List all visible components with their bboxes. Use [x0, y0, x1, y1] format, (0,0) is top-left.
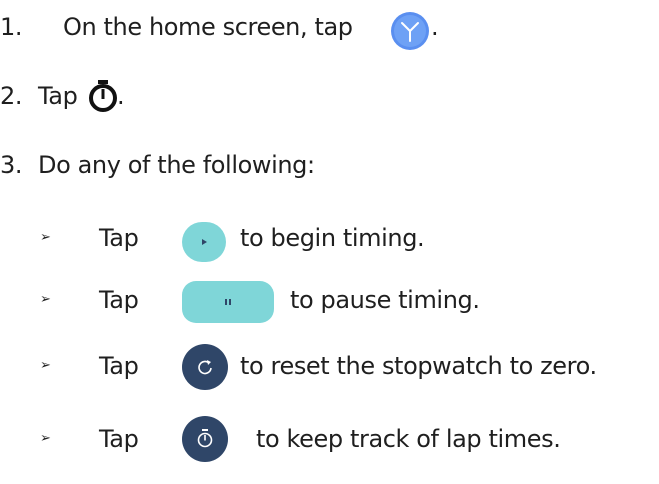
step-2-text: Tap	[38, 82, 78, 110]
bullet-4-tap: Tap	[99, 425, 139, 453]
stopwatch-icon	[89, 80, 117, 112]
step-2-number: 2.	[0, 82, 23, 110]
lap-icon	[182, 416, 228, 462]
play-icon	[182, 222, 226, 262]
step-1-number: 1.	[0, 13, 23, 41]
step-3-text: Do any of the following:	[38, 151, 315, 179]
pause-icon	[182, 281, 274, 323]
step-2-period: .	[117, 82, 125, 110]
bullet-1-marker: ➢	[40, 230, 51, 245]
bullet-3-tap: Tap	[99, 352, 139, 380]
bullet-2-marker: ➢	[40, 292, 51, 307]
bullet-3-marker: ➢	[40, 358, 51, 373]
bullet-1-tap: Tap	[99, 224, 139, 252]
reset-icon	[182, 344, 228, 390]
step-1-text: On the home screen, tap	[63, 13, 353, 41]
bullet-4-marker: ➢	[40, 431, 51, 446]
bullet-1-text: to begin timing.	[240, 224, 425, 252]
step-1-period: .	[431, 13, 439, 41]
bullet-3-text: to reset the stopwatch to zero.	[240, 352, 597, 380]
bullet-4-text: to keep track of lap times.	[256, 425, 561, 453]
bullet-2-text: to pause timing.	[290, 286, 480, 314]
clock-app-icon	[391, 12, 429, 50]
step-3-number: 3.	[0, 151, 23, 179]
bullet-2-tap: Tap	[99, 286, 139, 314]
